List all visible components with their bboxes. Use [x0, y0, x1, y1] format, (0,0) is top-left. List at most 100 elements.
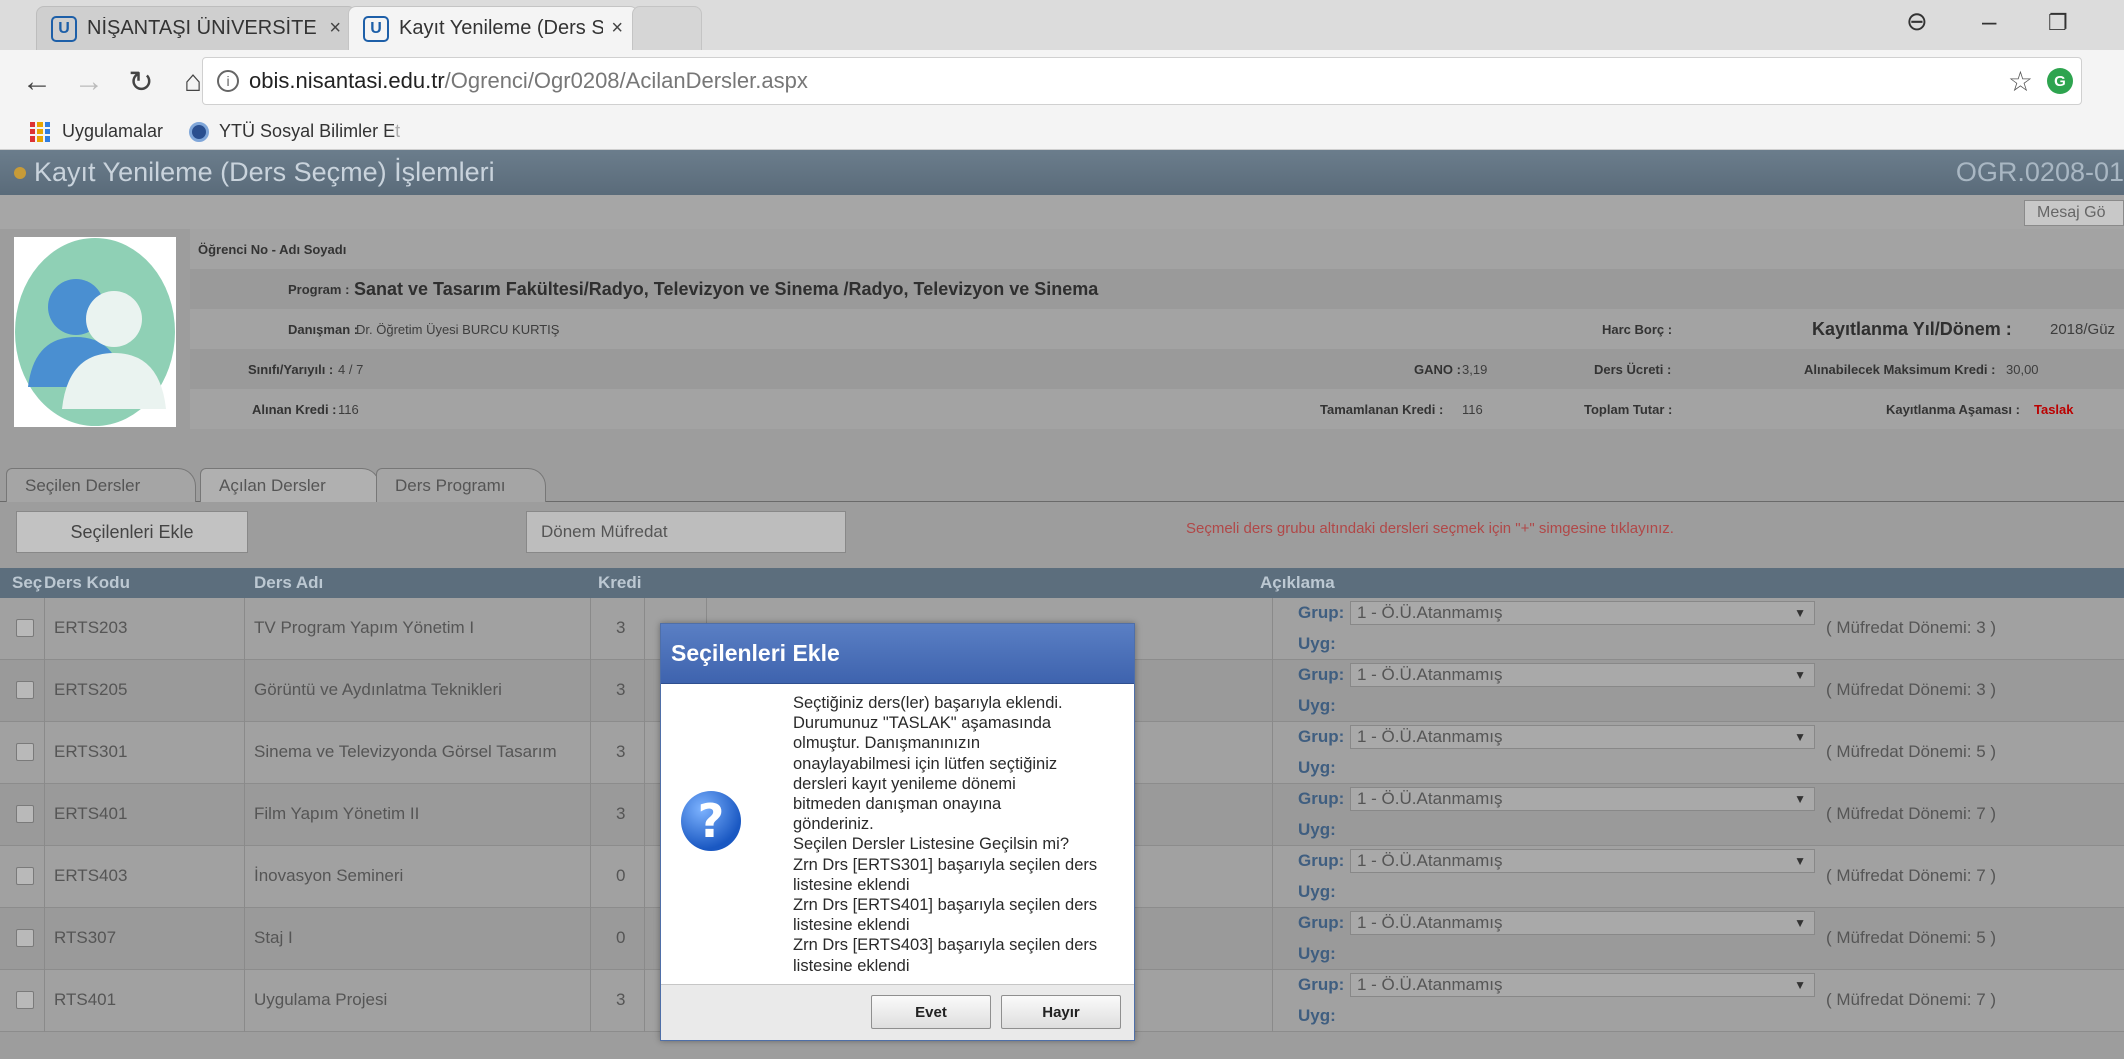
curriculum-term: ( Müfredat Dönemi: 5 ) [1826, 928, 1997, 947]
apps-grid-icon[interactable] [30, 121, 50, 142]
table-header: Seç Ders Kodu Ders Adı Kredi Açıklama [0, 568, 2124, 598]
browser-tab-university[interactable]: U NİŞANTAŞI ÜNİVERSİTE × [36, 6, 356, 50]
advisor-label: Danışman : [288, 321, 359, 337]
course-credit: 3 [616, 742, 626, 761]
row-checkbox[interactable] [16, 991, 34, 1009]
info-row-advisor: Danışman : Dr. Öğretim Üyesi BURCU KURTI… [190, 309, 2124, 349]
info-row-credits: Alınan Kredi : 116 Tamamlanan Kredi : 11… [190, 389, 2124, 429]
header-credit[interactable]: Kredi [598, 573, 641, 593]
group-label: Grup: [1298, 975, 1345, 994]
question-icon: ? [681, 791, 741, 851]
close-icon[interactable]: × [329, 17, 341, 40]
dialog-line: Zrn Drs [ERTS401] başarıyla seçilen ders [793, 896, 1098, 915]
dialog-body: ? Seçtiğiniz ders(ler) başarıyla eklendi… [661, 684, 1134, 984]
no-button[interactable]: Hayır [1001, 995, 1121, 1029]
course-credit: 0 [616, 866, 626, 885]
curriculum-term: ( Müfredat Dönemi: 7 ) [1826, 804, 1997, 823]
class-value: 4 / 7 [338, 361, 364, 377]
forward-icon[interactable]: → [74, 65, 104, 99]
dialog-line: Zrn Drs [ERTS301] başarıyla seçilen ders [793, 855, 1098, 874]
row-checkbox[interactable] [16, 867, 34, 885]
dialog-footer: Evet Hayır [661, 984, 1134, 1040]
curriculum-term: ( Müfredat Dönemi: 3 ) [1826, 618, 1997, 637]
uyg-label: Uyg: [1298, 696, 1336, 715]
dialog-line: Seçilen Dersler Listesine Geçilsin mi? [793, 835, 1070, 854]
group-select[interactable]: 1 - Ö.Ü.Atanmamış ▼ [1350, 663, 1815, 687]
tab-ders-programi[interactable]: Ders Programı [376, 468, 546, 502]
browser-toolbar: ← → ↻ ⌂ i obis.nisantasi.edu.tr/Ogrenci/… [0, 50, 2124, 114]
row-checkbox[interactable] [16, 743, 34, 761]
group-select[interactable]: 1 - Ö.Ü.Atanmamış ▼ [1350, 849, 1815, 873]
gano-value: 3,19 [1462, 361, 1488, 377]
header-sec[interactable]: Seç [12, 573, 42, 593]
browser-tab-kayit[interactable]: U Kayıt Yenileme (Ders Seç × [348, 6, 638, 50]
row-checkbox[interactable] [16, 805, 34, 823]
close-icon[interactable]: × [611, 17, 623, 40]
dropdown-arrow-icon: ▼ [1794, 730, 1806, 744]
bookmark-star-icon[interactable]: ☆ [2008, 65, 2033, 98]
group-label: Grup: [1298, 665, 1345, 684]
info-row-class: Sınıfı/Yarıyılı : 4 / 7 GANO : 3,19 Ders… [190, 349, 2124, 389]
header-name[interactable]: Ders Adı [254, 573, 323, 593]
course-code: RTS401 [54, 990, 117, 1009]
total-label: Toplam Tutar : [1584, 401, 1673, 417]
maximize-icon[interactable]: ❐ [2048, 10, 2068, 36]
dialog-line: Durumunuz "TASLAK" aşamasında [793, 714, 1052, 733]
group-select[interactable]: 1 - Ö.Ü.Atanmamış ▼ [1350, 973, 1815, 997]
yes-button[interactable]: Evet [871, 995, 991, 1029]
reload-icon[interactable]: ↻ [126, 65, 156, 100]
curriculum-select[interactable]: Dönem Müfredat [526, 511, 846, 553]
info-row-student: Öğrenci No - Adı Soyadı [190, 229, 2124, 269]
info-row-program: Program : Sanat ve Tasarım Fakültesi/Rad… [190, 269, 2124, 309]
info-icon[interactable]: i [217, 70, 239, 92]
group-label: Grup: [1298, 727, 1345, 746]
header-desc[interactable]: Açıklama [1260, 573, 1335, 593]
user-circle-icon[interactable]: ⊖ [1906, 6, 1928, 37]
group-label: Grup: [1298, 603, 1345, 622]
add-selected-button[interactable]: Seçilenleri Ekle [16, 511, 248, 553]
group-select[interactable]: 1 - Ö.Ü.Atanmamış ▼ [1350, 601, 1815, 625]
dialog-line: onaylayabilmesi için lütfen seçtiğiniz [793, 754, 1058, 773]
tab-secilen-dersler[interactable]: Seçilen Dersler [6, 468, 196, 502]
course-toolbar: Seçilenleri Ekle Dönem Müfredat Seçmeli … [0, 502, 2124, 560]
dialog-line: gönderiniz. [793, 815, 874, 834]
message-row: Mesaj Gö [0, 195, 2124, 229]
curriculum-term: ( Müfredat Dönemi: 3 ) [1826, 680, 1997, 699]
row-checkbox[interactable] [16, 929, 34, 947]
row-checkbox[interactable] [16, 681, 34, 699]
bookmark-apps[interactable]: Uygulamalar [62, 121, 163, 142]
minimize-icon[interactable]: – [1982, 6, 1996, 37]
extension-icon[interactable]: G [2047, 68, 2073, 94]
tab-acilan-dersler[interactable]: Açılan Dersler [200, 468, 380, 502]
course-code: ERTS301 [54, 742, 128, 761]
group-label: Grup: [1298, 789, 1345, 808]
curriculum-term: ( Müfredat Dönemi: 7 ) [1826, 866, 1997, 885]
address-bar[interactable]: i obis.nisantasi.edu.tr/Ogrenci/Ogr0208/… [202, 57, 2082, 105]
course-name: Görüntü ve Aydınlatma Teknikleri [254, 680, 502, 699]
course-code: ERTS403 [54, 866, 128, 885]
dialog-title[interactable]: Seçilenleri Ekle [661, 624, 1134, 684]
new-tab-button[interactable] [632, 6, 702, 50]
bookmark-ytu[interactable]: YTÜ Sosyal Bilimler Et [219, 121, 400, 142]
group-select[interactable]: 1 - Ö.Ü.Atanmamış ▼ [1350, 911, 1815, 935]
course-code: RTS307 [54, 928, 117, 947]
course-credit: 3 [616, 990, 626, 1009]
course-credit: 3 [616, 680, 626, 699]
row-checkbox[interactable] [16, 619, 34, 637]
url-domain: obis.nisantasi.edu.tr [249, 68, 445, 93]
web-page: Kayıt Yenileme (Ders Seçme) İşlemleri OG… [0, 150, 2124, 1059]
dialog-line: olmuştur. Danışmanınızın [793, 734, 981, 753]
group-select[interactable]: 1 - Ö.Ü.Atanmamış ▼ [1350, 725, 1815, 749]
university-logo-icon: U [363, 15, 389, 42]
back-icon[interactable]: ← [22, 65, 52, 99]
page-tabs: Seçilen Dersler Açılan Dersler Ders Prog… [0, 462, 2124, 502]
group-label: Grup: [1298, 913, 1345, 932]
dropdown-arrow-icon: ▼ [1794, 854, 1806, 868]
group-select[interactable]: 1 - Ö.Ü.Atanmamış ▼ [1350, 787, 1815, 811]
message-button[interactable]: Mesaj Gö [2024, 200, 2124, 226]
course-name: Staj I [254, 928, 293, 947]
dialog-line: dersleri kayıt yenileme dönemi [793, 774, 1016, 793]
uyg-label: Uyg: [1298, 634, 1336, 653]
header-code[interactable]: Ders Kodu [44, 573, 130, 593]
advisor-value: Dr. Öğretim Üyesi BURCU KURTIŞ [356, 321, 560, 337]
